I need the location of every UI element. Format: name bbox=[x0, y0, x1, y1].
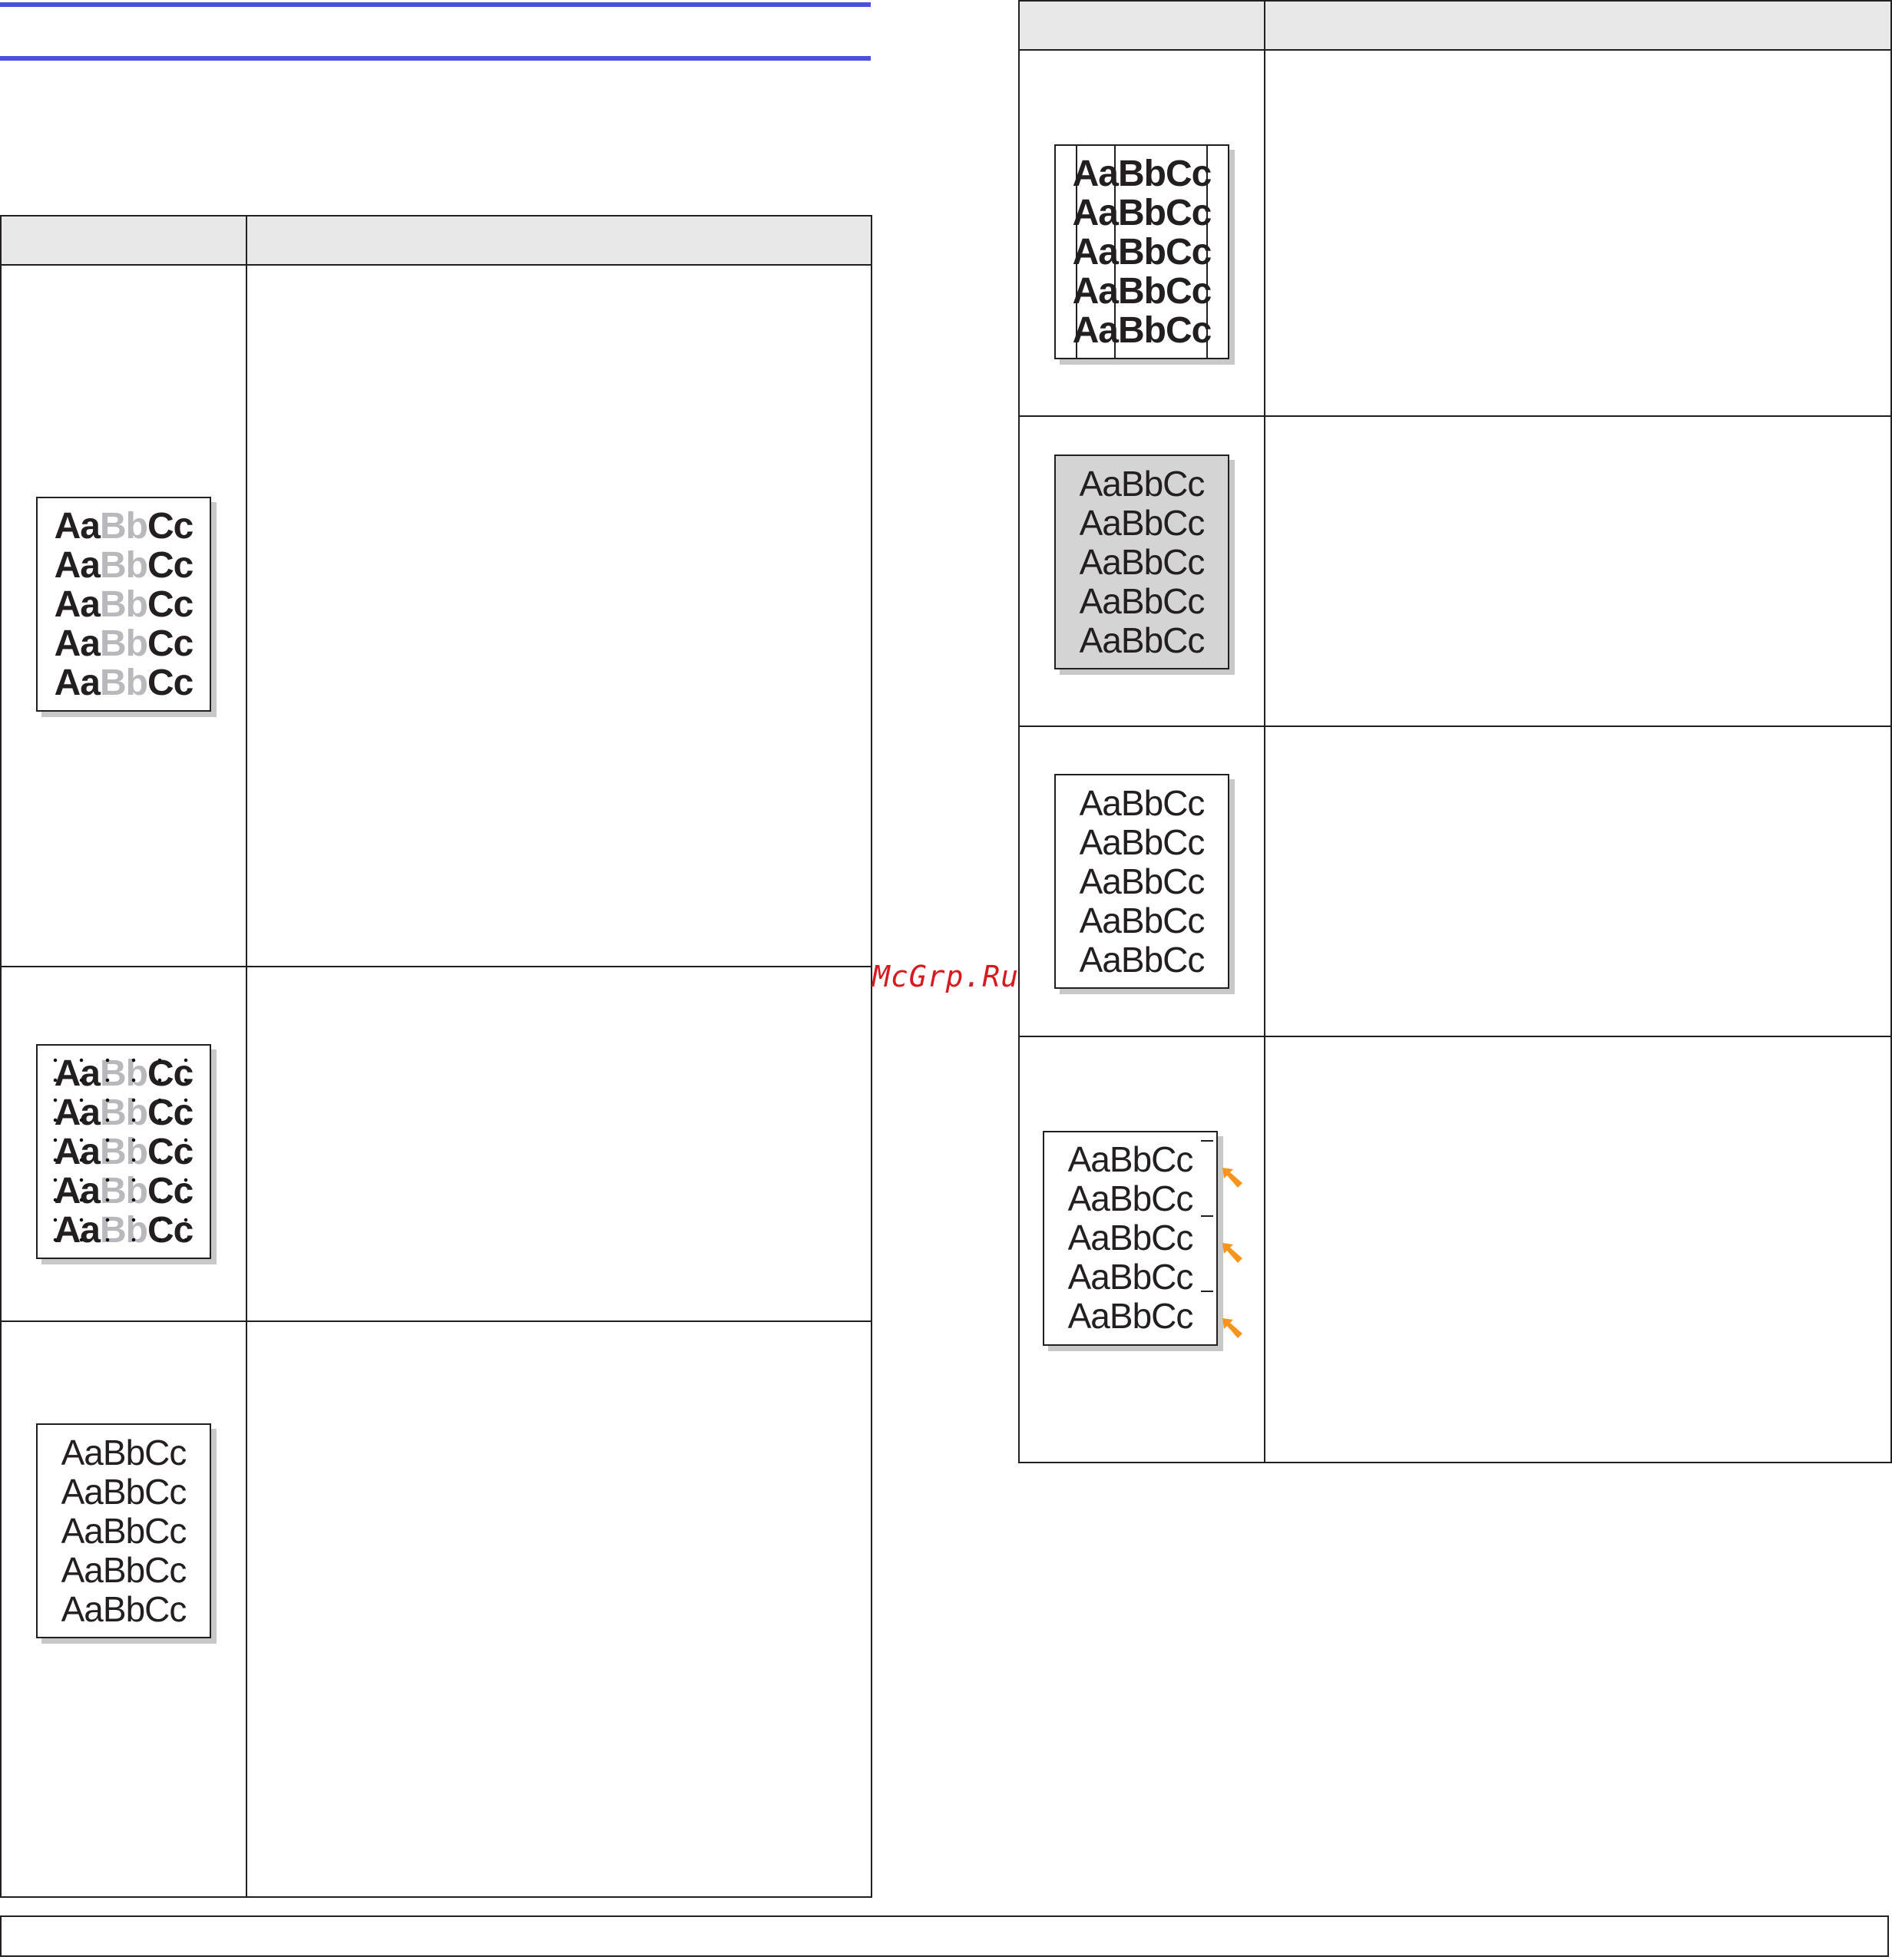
sample-line: AaBbCc bbox=[1072, 309, 1212, 351]
right-header-condition bbox=[1018, 0, 1265, 51]
defect-mark bbox=[1201, 1139, 1213, 1142]
cell-toner-smear-solution bbox=[1264, 725, 1892, 1037]
cell-toner-smear-sample: AaBbCc AaBbCc AaBbCc AaBbCc AaBbCc bbox=[1018, 725, 1265, 1037]
top-rule bbox=[0, 2, 871, 7]
sample-line: AaBbCc bbox=[1067, 1296, 1194, 1336]
vertical-lines-page: AaBbCc AaBbCc AaBbCc AaBbCc AaBbCc bbox=[1054, 144, 1229, 359]
cell-grey-background-sample: AaBbCc AaBbCc AaBbCc AaBbCc AaBbCc bbox=[1018, 415, 1265, 727]
vertical-streak bbox=[1114, 146, 1116, 358]
left-header-solution bbox=[246, 215, 872, 266]
sample-line: AaBbCc bbox=[1079, 541, 1206, 582]
light-print-page: AaBbCc AaBbCc AaBbCc AaBbCc AaBbCc bbox=[36, 497, 211, 712]
sample-line: AaBbCc bbox=[1079, 782, 1206, 823]
sample-line: AaBbCc bbox=[61, 1588, 187, 1629]
vertical-streak bbox=[1206, 146, 1208, 358]
sample-line: AaBbCc bbox=[1079, 502, 1206, 543]
sample-line: AaBbCc bbox=[1079, 580, 1206, 621]
right-troubleshooting-table: AaBbCc AaBbCc AaBbCc AaBbCc AaBbCc AaBbC… bbox=[1018, 0, 1892, 1463]
toner-smear-page: AaBbCc AaBbCc AaBbCc AaBbCc AaBbCc bbox=[1054, 774, 1229, 989]
sample-line: AaBbCc bbox=[1079, 900, 1206, 940]
right-header-solution bbox=[1264, 0, 1892, 51]
orange-arrow-icon bbox=[1222, 1318, 1242, 1338]
sample-line: AaBbCc bbox=[1072, 270, 1212, 312]
sample-line: AaBbCc bbox=[1067, 1257, 1194, 1297]
watermark: McGrp.Ru bbox=[872, 960, 1020, 993]
sample-line: AaBbCc bbox=[61, 1549, 187, 1590]
defect-mark bbox=[1201, 1215, 1213, 1217]
sample-line: AaBbCc bbox=[61, 1471, 187, 1512]
cell-dropouts-sample: AaBbCc AaBbCc AaBbCc AaBbCc AaBbCc bbox=[0, 1320, 247, 1898]
repeating-defects-page: AaBbCc AaBbCc AaBbCc AaBbCc AaBbCc bbox=[1043, 1130, 1218, 1346]
sample-line: AaBbCc bbox=[1072, 192, 1212, 233]
grey-background-page: AaBbCc AaBbCc AaBbCc AaBbCc AaBbCc bbox=[1054, 454, 1229, 669]
sample-line: AaBbCc bbox=[54, 1131, 194, 1172]
defect-mark bbox=[1201, 1290, 1213, 1292]
sample-line: AaBbCc bbox=[54, 1092, 194, 1133]
cell-repeating-defects-solution bbox=[1264, 1036, 1892, 1463]
sample-line: AaBbCc bbox=[54, 1209, 194, 1251]
cell-repeating-defects-sample: AaBbCc AaBbCc AaBbCc AaBbCc AaBbCc bbox=[1018, 1036, 1265, 1463]
sample-line: AaBbCc bbox=[61, 1510, 187, 1551]
sample-line: AaBbCc bbox=[1079, 463, 1206, 504]
sample-line: AaBbCc bbox=[1067, 1178, 1194, 1218]
sample-line: AaBbCc bbox=[1072, 153, 1212, 194]
footer-bar bbox=[0, 1915, 1889, 1957]
sample-line: AaBbCc bbox=[1079, 620, 1206, 660]
cell-vertical-lines-sample: AaBbCc AaBbCc AaBbCc AaBbCc AaBbCc bbox=[1018, 49, 1265, 417]
sample-line: AaBbCc bbox=[1072, 231, 1212, 273]
cell-toner-specks-sample: AaBbCc AaBbCc AaBbCc AaBbCc AaBbCc bbox=[0, 966, 247, 1322]
sample-line: AaBbCc bbox=[54, 1170, 194, 1211]
sample-line: AaBbCc bbox=[1079, 861, 1206, 901]
vertical-streak bbox=[1076, 146, 1077, 358]
cell-toner-specks-solution bbox=[246, 966, 872, 1322]
section-rule bbox=[0, 56, 871, 61]
sample-line: AaBbCc bbox=[54, 505, 194, 547]
sample-line: AaBbCc bbox=[54, 662, 194, 703]
left-troubleshooting-table: AaBbCc AaBbCc AaBbCc AaBbCc AaBbCc AaBbC… bbox=[0, 215, 872, 1898]
orange-arrow-icon bbox=[1222, 1168, 1242, 1188]
toner-specks-page: AaBbCc AaBbCc AaBbCc AaBbCc AaBbCc bbox=[36, 1044, 211, 1259]
sample-line: AaBbCc bbox=[54, 1053, 194, 1094]
sample-line: AaBbCc bbox=[54, 544, 194, 586]
sample-line: AaBbCc bbox=[54, 623, 194, 664]
sample-line: AaBbCc bbox=[1079, 821, 1206, 862]
cell-dropouts-solution bbox=[246, 1320, 872, 1898]
cell-vertical-lines-solution bbox=[1264, 49, 1892, 417]
cell-light-print-sample: AaBbCc AaBbCc AaBbCc AaBbCc AaBbCc bbox=[0, 264, 247, 967]
sample-line: AaBbCc bbox=[1079, 939, 1206, 980]
cell-light-print-solution bbox=[246, 264, 872, 967]
orange-arrow-icon bbox=[1222, 1243, 1242, 1263]
dropouts-page: AaBbCc AaBbCc AaBbCc AaBbCc AaBbCc bbox=[36, 1423, 211, 1638]
sample-line: AaBbCc bbox=[1067, 1139, 1194, 1179]
left-header-condition bbox=[0, 215, 247, 266]
sample-line: AaBbCc bbox=[54, 583, 194, 625]
sample-line: AaBbCc bbox=[1067, 1218, 1194, 1258]
sample-line: AaBbCc bbox=[61, 1432, 187, 1472]
cell-grey-background-solution bbox=[1264, 415, 1892, 727]
